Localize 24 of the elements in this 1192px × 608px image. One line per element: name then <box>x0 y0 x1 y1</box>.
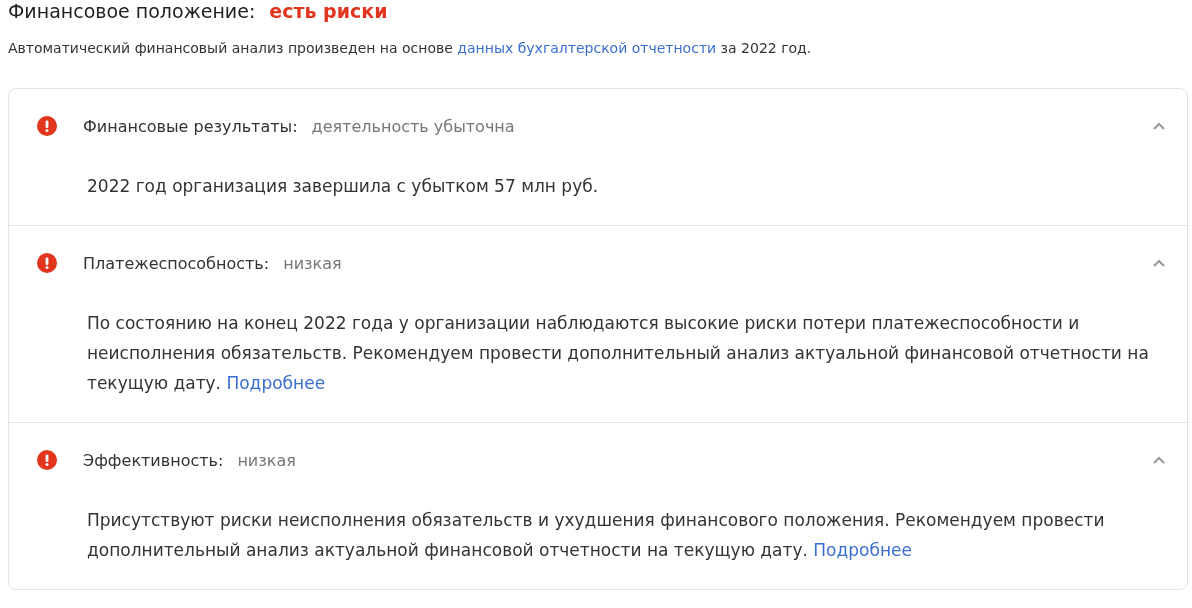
details-link[interactable]: Подробнее <box>813 540 912 560</box>
warning-icon <box>37 450 57 470</box>
section-text: Присутствуют риски неисполнения обязательств и ухудшения финансового положения. Рекомендуем провести дополнительный анализ актуальной финансовой отчетности на текущую дату. Подробнее <box>87 509 1106 562</box>
section-text: 2022 год организация завершила с убытком 57 млн руб. <box>87 175 600 198</box>
status-label: есть риски <box>269 0 388 22</box>
chevron-up-icon[interactable] <box>1153 456 1165 464</box>
chevron-up-icon[interactable] <box>1153 259 1165 267</box>
section-label: Эффективность: <box>83 450 224 470</box>
section-title: Финансовое положение: <box>8 0 256 22</box>
chevron-up-icon[interactable] <box>1153 122 1165 130</box>
details-link[interactable]: Подробнее <box>226 373 326 393</box>
section-label: Платежеспособность: <box>83 253 270 273</box>
warning-icon <box>37 116 57 136</box>
section-header[interactable]: Эффективность: низкая <box>37 445 1165 475</box>
section-value: деятельность убыточна <box>311 116 516 136</box>
section-text: По состоянию на конец 2022 года у организации наблюдаются высокие риски потери платежеспособности и неисполнения обязательств. Рекомендуем провести дополнительный анализ актуальной финансовой отчетности на текущую дату. Подробнее <box>87 312 1150 395</box>
section-value: низкая <box>237 450 297 470</box>
warning-icon <box>37 253 57 273</box>
section-label: Финансовые результаты: <box>83 116 298 136</box>
report-link[interactable]: данных бухгалтерской отчетности <box>457 40 717 56</box>
section-header[interactable]: Финансовые результаты: деятельность убыточна <box>37 111 1165 141</box>
intro-text: Автоматический финансовый анализ произведен на основе данных бухгалтерской отчетности за 2022 год. <box>8 39 813 58</box>
section-header[interactable]: Платежеспособность: низкая <box>37 248 1165 278</box>
section-value: низкая <box>283 253 343 273</box>
